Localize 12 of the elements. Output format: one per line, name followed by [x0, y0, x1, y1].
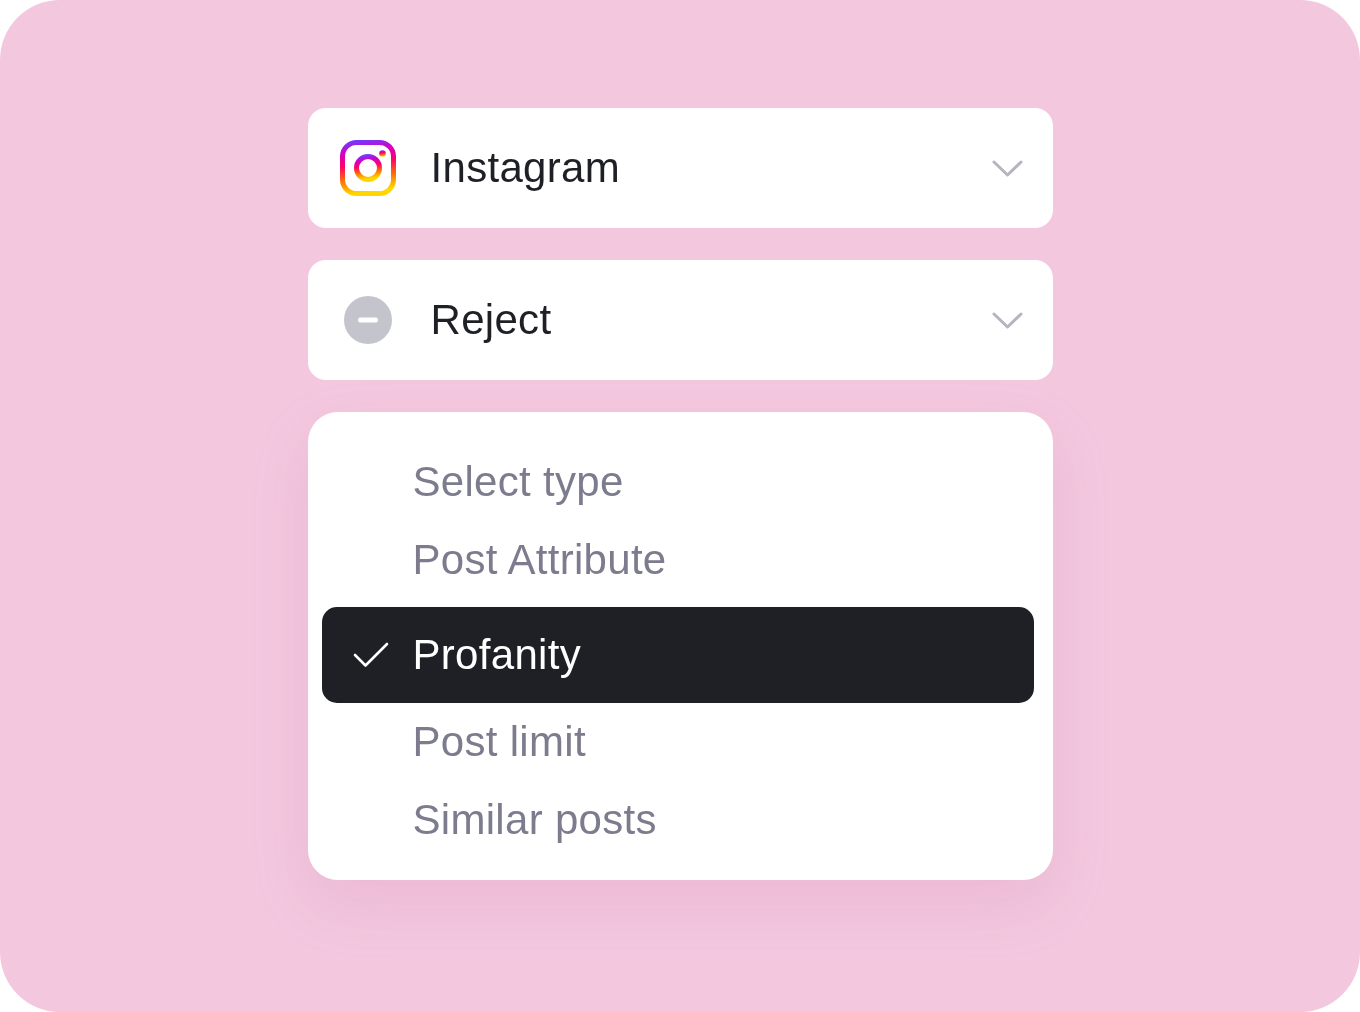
menu-option[interactable]: Select type	[321, 443, 1034, 521]
instagram-logo-icon	[339, 140, 396, 196]
menu-option[interactable]: Post limit	[321, 703, 1034, 781]
chevron-down-icon	[991, 159, 1023, 177]
platform-select[interactable]: Instagram	[307, 108, 1053, 228]
menu-option[interactable]: Similar posts	[321, 781, 1034, 859]
chevron-down-icon	[991, 311, 1023, 329]
action-select[interactable]: Reject	[307, 260, 1053, 380]
menu-option[interactable]: Profanity	[321, 607, 1034, 703]
minus-circle-icon	[343, 296, 392, 344]
menu-option[interactable]: Post Attribute	[321, 521, 1034, 599]
check-icon	[352, 642, 389, 668]
